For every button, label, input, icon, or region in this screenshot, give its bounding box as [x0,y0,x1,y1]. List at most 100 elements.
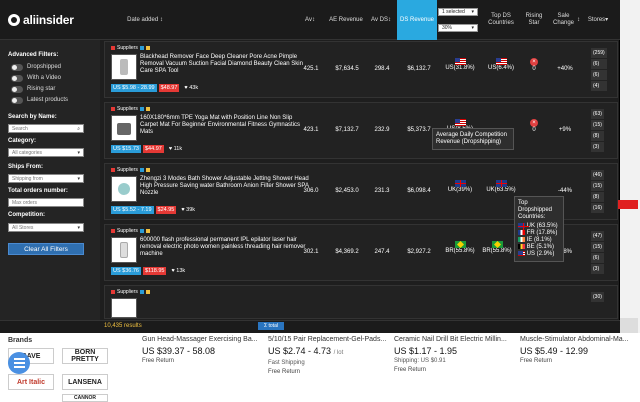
product-thumbnail[interactable] [111,237,137,263]
product-card[interactable]: Muscle-Stimulator Abdominal-Ma... US $5.… [520,335,640,400]
top-ds-country-cell[interactable]: UK(63.5%) [483,180,519,193]
col-sale-change[interactable]: Sale Change ↕ [550,0,580,40]
avs-value: 302.1 [303,249,319,255]
toggle-with-video[interactable] [11,75,23,82]
stores-list[interactable]: (63) (15) (8) (3) [591,109,604,153]
top-ds-country-cell[interactable]: BR(55.8%) [479,241,515,254]
col-ds-revenue[interactable]: DS Revenue [397,0,437,40]
brand-logo[interactable]: LANSENA [62,374,108,390]
brand-logo[interactable]: CANNOR [62,394,108,402]
uk-flag-icon [518,223,529,230]
sort-icon: ↕ [311,16,315,23]
product-title[interactable]: Blackhead Remover Face Deep Cleaner Pore… [140,54,310,75]
brands-title: Brands [8,337,33,344]
likes-value: 43k [189,85,199,91]
ae-revenue-value: $7,634.5 [335,66,359,72]
product-title[interactable]: 600000 flash professional permanent IPL … [140,237,310,258]
stores-list[interactable]: (47) (15) (6) (3) [591,231,604,275]
store-count: (6) [591,59,607,69]
competition-label: Competition: [8,212,45,218]
search-input[interactable]: Search ⌕ [8,124,84,133]
max-orders-input[interactable]: Max orders [8,198,84,207]
suppliers-label[interactable]: Suppliers [117,106,138,112]
country-share: BR(55.8%) [482,248,512,255]
chevron-down-icon: ▾ [77,149,80,156]
select-value: All Stores [12,224,34,231]
badge-icon [145,46,150,50]
chevron-down-icon: ▾ [77,175,80,182]
top-country-cell[interactable]: BR(55.8%) [443,241,477,254]
row-tags: Suppliers [111,106,150,112]
product-price: US $5.49 - 12.99 [520,346,589,356]
search-icon: ⌕ [77,125,80,132]
col-rising-star[interactable]: Rising Star [520,0,548,40]
percent-select[interactable]: 30% ▾ [438,24,478,32]
price-badge: US $5.98 - 28.99 [111,84,157,92]
tooltip-item: UK (63.5%) [518,223,560,230]
old-price-badge: $118.95 [143,267,167,275]
total-button[interactable]: Σ total [258,322,284,330]
col-avs-ds[interactable]: Av DS ↕ [366,0,396,40]
table-row[interactable]: Suppliers (30) [104,285,618,319]
col-avs[interactable]: Av ↕ [295,0,325,40]
country-select[interactable]: 1 selected ▾ [438,8,478,16]
col-ae-revenue[interactable]: AE Revenue [328,0,364,40]
price-badge: US $36.76 [111,267,141,275]
brazil-flag-icon [454,241,466,248]
product-title[interactable]: Zhengzi 3 Modes Bath Shower Adjustable J… [140,176,310,197]
product-thumbnail[interactable] [111,115,137,141]
table-row[interactable]: Suppliers 160X180*6mm TPE Yoga Mat with … [104,102,618,159]
toggle-latest-products[interactable] [11,97,23,104]
store-count: (47) [591,231,604,241]
store-count: (3) [591,264,604,274]
ships-from-label: Ships From: [8,164,44,170]
competition-select[interactable]: All Stores ▾ [8,223,84,232]
stores-list[interactable]: (46) (15) (8) (16) [591,170,604,214]
likes-value: 13k [176,268,186,274]
product-card[interactable]: Gun Head-Massager Exercising Ba... US $3… [142,335,268,400]
product-title[interactable]: 160X180*6mm TPE Yoga Mat with Position L… [140,115,310,136]
badge-icon [145,168,150,172]
ds-revenue-value: $6,132.7 [407,66,431,72]
product-thumbnail[interactable] [111,54,137,80]
toggle-dropshipped[interactable] [11,64,23,71]
menu-fab-button[interactable] [8,352,30,374]
product-thumbnail[interactable] [111,176,137,202]
results-count: 10,435 results [104,323,142,329]
tooltip-value: BE (5.1%) [526,244,555,251]
badge-icon [139,168,144,172]
suppliers-label[interactable]: Suppliers [117,45,138,51]
table-row[interactable]: Suppliers Blackhead Remover Face Deep Cl… [104,41,618,98]
ds-revenue-value: $2,927.2 [407,249,431,255]
aliinsider-logo: aliinsider [8,13,74,27]
brand-logo[interactable]: Art Italic [8,374,54,390]
toggle-rising-star[interactable] [11,86,23,93]
col-date-added[interactable]: Date added ↕ [115,0,175,40]
top-country-cell[interactable]: US(31.8%) [443,58,477,71]
logo-text: aliinsider [23,13,74,27]
stores-list[interactable]: (30) [591,292,604,303]
product-thumbnail[interactable] [111,298,137,318]
ships-from-select[interactable]: Shipping from ▾ [8,174,84,183]
stores-list[interactable]: (259) (6) (6) (4) [591,48,607,92]
filters-sidebar: Advanced Filters: Dropshipped With a Vid… [0,40,100,320]
category-select[interactable]: All categories ▾ [8,148,84,157]
top-country-cell[interactable]: UK(39%) [443,180,477,193]
close-circle-icon: × [530,58,538,66]
top-ds-country-cell[interactable]: US(6.4%) [483,58,519,71]
ae-revenue-value: $7,132.7 [335,127,359,133]
total-orders-label: Total orders number: [8,188,68,194]
brand-logo[interactable]: BORN PRETTY [62,348,108,364]
suppliers-label[interactable]: Suppliers [117,289,138,295]
product-card[interactable]: 5/10/15 Pair Replacement-Gel-Pads... US … [268,335,394,400]
suppliers-label[interactable]: Suppliers [117,228,138,234]
free-return: Free Return [142,358,175,364]
product-card[interactable]: Ceramic Nail Drill Bit Electric Millin..… [394,335,520,400]
toggle-label: Rising star [27,86,56,92]
suppliers-label[interactable]: Suppliers [117,167,138,173]
col-top-ds-countries[interactable]: Top DS Countries [482,0,520,40]
col-stores[interactable]: Stores ▾ [582,0,614,40]
ae-revenue-value: $2,453.0 [335,188,359,194]
likes-count: ♥ 39k [181,207,195,213]
clear-filters-button[interactable]: Clear All Filters [8,243,84,255]
